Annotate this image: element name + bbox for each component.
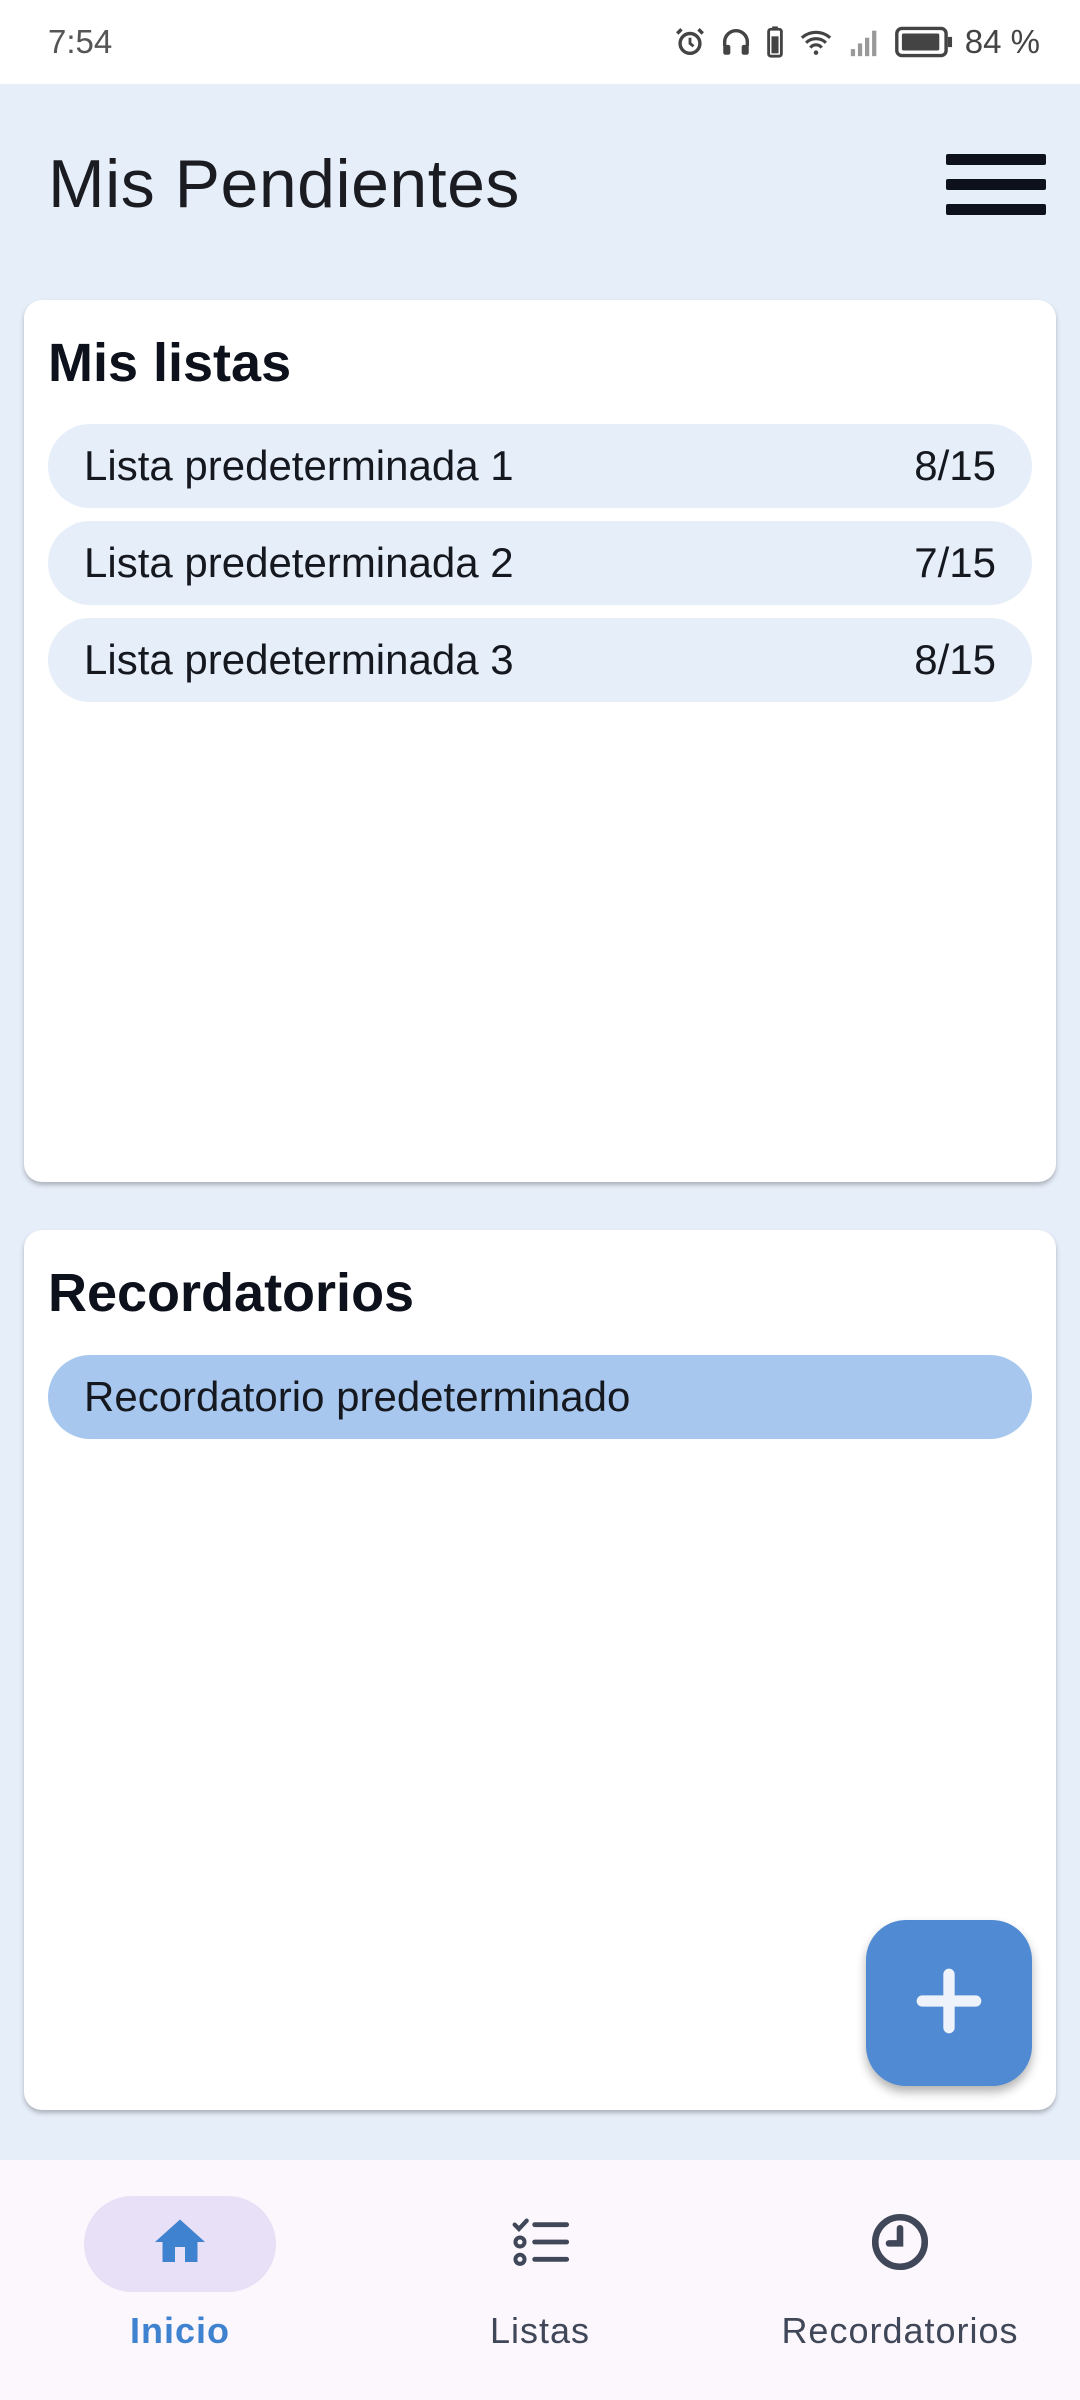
bottom-navigation: Inicio Listas Recordatorios bbox=[0, 2160, 1080, 2400]
list-item-count: 7/15 bbox=[914, 539, 996, 586]
status-bar: 7:54 84 % bbox=[0, 0, 1080, 84]
nav-label: Inicio bbox=[129, 2310, 230, 2351]
menu-line bbox=[946, 203, 1046, 215]
battery-percentage: 84 % bbox=[964, 23, 1040, 60]
list-item[interactable]: Lista predeterminada 2 7/15 bbox=[48, 521, 1032, 605]
nav-item-listas[interactable]: Listas bbox=[360, 2160, 720, 2400]
battery-icon bbox=[894, 25, 953, 59]
nav-pill bbox=[84, 2196, 276, 2292]
nav-label: Recordatorios bbox=[781, 2310, 1019, 2351]
menu-line bbox=[946, 178, 1046, 190]
reminders-card-title: Recordatorios bbox=[48, 1263, 415, 1323]
nav-item-inicio[interactable]: Inicio bbox=[0, 2160, 360, 2400]
home-icon bbox=[150, 2212, 210, 2277]
signal-icon bbox=[847, 25, 883, 59]
hamburger-menu-icon[interactable] bbox=[946, 144, 1046, 224]
lists-card-title: Mis listas bbox=[48, 333, 292, 393]
lists-card: Mis listas Lista predeterminada 1 8/15 L… bbox=[24, 300, 1056, 1182]
clock-icon bbox=[867, 2209, 933, 2280]
list-item-name: Lista predeterminada 1 bbox=[84, 442, 514, 489]
plus-icon bbox=[909, 1961, 989, 2046]
status-time: 7:54 bbox=[48, 23, 113, 60]
alarm-icon bbox=[673, 25, 707, 59]
checklist-icon bbox=[508, 2210, 572, 2279]
list-item[interactable]: Lista predeterminada 1 8/15 bbox=[48, 424, 1032, 508]
status-icons: 84 % bbox=[673, 23, 1040, 61]
reminder-item-name: Recordatorio predeterminado bbox=[84, 1373, 631, 1420]
list-item-name: Lista predeterminada 2 bbox=[84, 539, 514, 586]
menu-line bbox=[946, 153, 1046, 165]
list-item-count: 8/15 bbox=[914, 636, 996, 683]
add-button[interactable] bbox=[866, 1920, 1032, 2086]
app-bar: Mis Pendientes bbox=[0, 84, 1080, 284]
nav-pill bbox=[804, 2196, 996, 2292]
wifi-icon bbox=[797, 25, 835, 59]
page-title: Mis Pendientes bbox=[48, 146, 520, 222]
headphones-icon bbox=[719, 25, 753, 59]
list-item[interactable]: Lista predeterminada 3 8/15 bbox=[48, 618, 1032, 702]
battery-saver-icon bbox=[765, 25, 785, 59]
list-item-count: 8/15 bbox=[914, 442, 996, 489]
nav-item-recordatorios[interactable]: Recordatorios bbox=[720, 2160, 1080, 2400]
list-item-name: Lista predeterminada 3 bbox=[84, 636, 514, 683]
reminder-item[interactable]: Recordatorio predeterminado bbox=[48, 1355, 1032, 1439]
nav-label: Listas bbox=[489, 2310, 591, 2351]
nav-pill bbox=[444, 2196, 636, 2292]
